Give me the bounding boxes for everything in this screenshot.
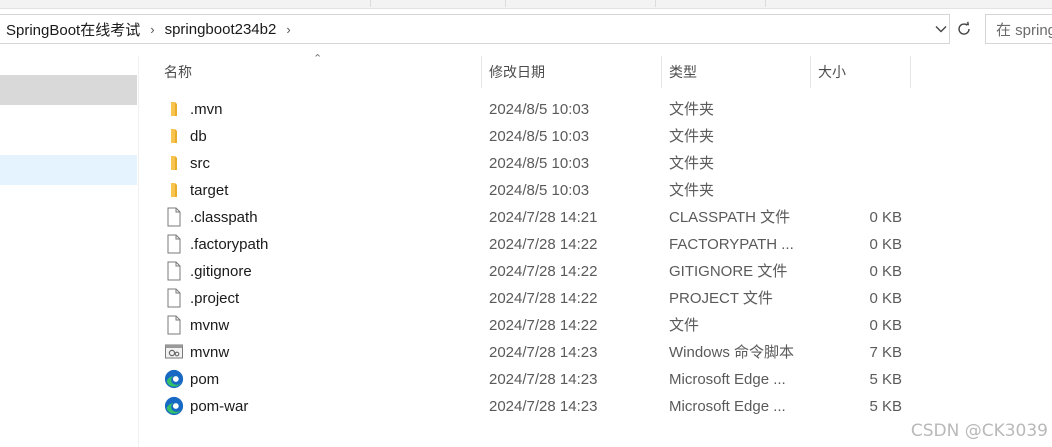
- breadcrumb-item[interactable]: SpringBoot在线考试: [6, 19, 140, 40]
- file-size: [812, 96, 902, 123]
- file-type: 文件夹: [669, 128, 715, 145]
- file-row[interactable]: mvnw 2024/7/28 14:23 Windows 命令脚本 7 KB: [0, 339, 1052, 366]
- file-date: 2024/7/28 14:22: [489, 290, 598, 307]
- file-date: 2024/8/5 10:03: [489, 128, 590, 145]
- file-name: mvnw: [190, 344, 230, 361]
- file-size: 5 KB: [869, 371, 902, 388]
- file-date: 2024/8/5 10:03: [489, 101, 590, 118]
- file-date: 2024/7/28 14:22: [489, 317, 598, 334]
- file-date: 2024/7/28 14:22: [489, 263, 598, 280]
- search-input[interactable]: 在 spring: [985, 14, 1052, 44]
- column-header-date[interactable]: 修改日期: [483, 56, 661, 88]
- file-type: Microsoft Edge ...: [669, 398, 786, 415]
- ribbon-segment: [210, 0, 371, 7]
- ribbon-segment: [655, 0, 766, 7]
- breadcrumb-item[interactable]: springboot234b2: [165, 21, 277, 38]
- file-name: mvnw: [190, 317, 230, 334]
- column-header-name[interactable]: 名称: [158, 56, 481, 88]
- file-name: .project: [190, 290, 240, 307]
- ribbon-strip: [0, 0, 1052, 9]
- chevron-down-icon[interactable]: [933, 15, 949, 43]
- file-row[interactable]: .mvn 2024/8/5 10:03 文件夹: [0, 96, 1052, 123]
- column-header-size[interactable]: 大小: [812, 56, 910, 88]
- file-icon: [164, 288, 184, 308]
- file-row[interactable]: db 2024/8/5 10:03 文件夹: [0, 123, 1052, 150]
- file-name: pom-war: [190, 398, 249, 415]
- file-name: .factorypath: [190, 236, 269, 253]
- file-date: 2024/7/28 14:21: [489, 209, 598, 226]
- file-name: src: [190, 155, 210, 172]
- breadcrumb-separator-icon[interactable]: ›: [150, 22, 154, 37]
- file-size: 0 KB: [869, 290, 902, 307]
- file-row[interactable]: target 2024/8/5 10:03 文件夹: [0, 177, 1052, 204]
- folder-icon: [164, 99, 184, 119]
- column-header-type[interactable]: 类型: [663, 56, 810, 88]
- file-date: 2024/7/28 14:23: [489, 371, 598, 388]
- file-row[interactable]: pom 2024/7/28 14:23 Microsoft Edge ... 5 KB: [0, 366, 1052, 393]
- cmd-script-icon: [164, 342, 184, 362]
- file-row[interactable]: .classpath 2024/7/28 14:21 CLASSPATH 文件 0 K…: [0, 204, 1052, 231]
- file-size: [812, 177, 902, 204]
- address-bar[interactable]: SpringBoot在线考试 › springboot234b2 ›: [0, 14, 950, 44]
- file-icon: [164, 261, 184, 281]
- file-size: 7 KB: [869, 344, 902, 361]
- column-divider[interactable]: [481, 56, 482, 88]
- file-row[interactable]: .project 2024/7/28 14:22 PROJECT 文件 0 KB: [0, 285, 1052, 312]
- file-type: PROJECT 文件: [669, 290, 773, 307]
- file-size: [812, 123, 902, 150]
- column-divider[interactable]: [910, 56, 911, 88]
- file-type: Windows 命令脚本: [669, 344, 795, 361]
- file-row[interactable]: src 2024/8/5 10:03 文件夹: [0, 150, 1052, 177]
- file-icon: [164, 234, 184, 254]
- file-size: 0 KB: [869, 317, 902, 334]
- file-icon: [164, 315, 184, 335]
- file-size: 0 KB: [869, 209, 902, 226]
- folder-icon: [164, 180, 184, 200]
- folder-icon: [164, 153, 184, 173]
- file-date: 2024/8/5 10:03: [489, 155, 590, 172]
- file-type: GITIGNORE 文件: [669, 263, 788, 280]
- file-name: pom: [190, 371, 220, 388]
- file-row[interactable]: .gitignore 2024/7/28 14:22 GITIGNORE 文件 0 K…: [0, 258, 1052, 285]
- file-name: db: [190, 128, 207, 145]
- file-date: 2024/8/5 10:03: [489, 182, 590, 199]
- file-type: 文件夹: [669, 101, 715, 118]
- file-type: 文件: [669, 317, 700, 334]
- edge-icon: [164, 369, 184, 389]
- file-name: target: [190, 182, 229, 199]
- file-row[interactable]: .factorypath 2024/7/28 14:22 FACTORYPATH .…: [0, 231, 1052, 258]
- file-size: [812, 150, 902, 177]
- file-date: 2024/7/28 14:22: [489, 236, 598, 253]
- refresh-icon[interactable]: [951, 14, 977, 44]
- file-list: .mvn 2024/8/5 10:03 文件夹 db 2024/8/5 10:03 文件夹…: [0, 96, 1052, 420]
- file-icon: [164, 207, 184, 227]
- file-size: 0 KB: [869, 263, 902, 280]
- ribbon-segment: [370, 0, 506, 7]
- file-name: .classpath: [190, 209, 258, 226]
- column-divider[interactable]: [661, 56, 662, 88]
- ribbon-segment: [505, 0, 656, 7]
- watermark: CSDN @CK3039: [910, 421, 1048, 441]
- edge-icon: [164, 396, 184, 416]
- file-name: .mvn: [190, 101, 223, 118]
- search-placeholder: 在 spring: [996, 21, 1052, 39]
- file-date: 2024/7/28 14:23: [489, 344, 598, 361]
- file-row[interactable]: pom-war 2024/7/28 14:23 Microsoft Edge ...…: [0, 393, 1052, 420]
- file-size: 5 KB: [869, 398, 902, 415]
- file-type: CLASSPATH 文件: [669, 209, 791, 226]
- file-type: FACTORYPATH ...: [669, 236, 794, 253]
- file-name: .gitignore: [190, 263, 252, 280]
- folder-icon: [164, 126, 184, 146]
- file-type: Microsoft Edge ...: [669, 371, 786, 388]
- breadcrumb-separator-icon[interactable]: ›: [286, 22, 290, 37]
- file-size: 0 KB: [869, 236, 902, 253]
- column-divider[interactable]: [810, 56, 811, 88]
- file-type: 文件夹: [669, 182, 715, 199]
- file-row[interactable]: mvnw 2024/7/28 14:22 文件 0 KB: [0, 312, 1052, 339]
- file-type: 文件夹: [669, 155, 715, 172]
- file-date: 2024/7/28 14:23: [489, 398, 598, 415]
